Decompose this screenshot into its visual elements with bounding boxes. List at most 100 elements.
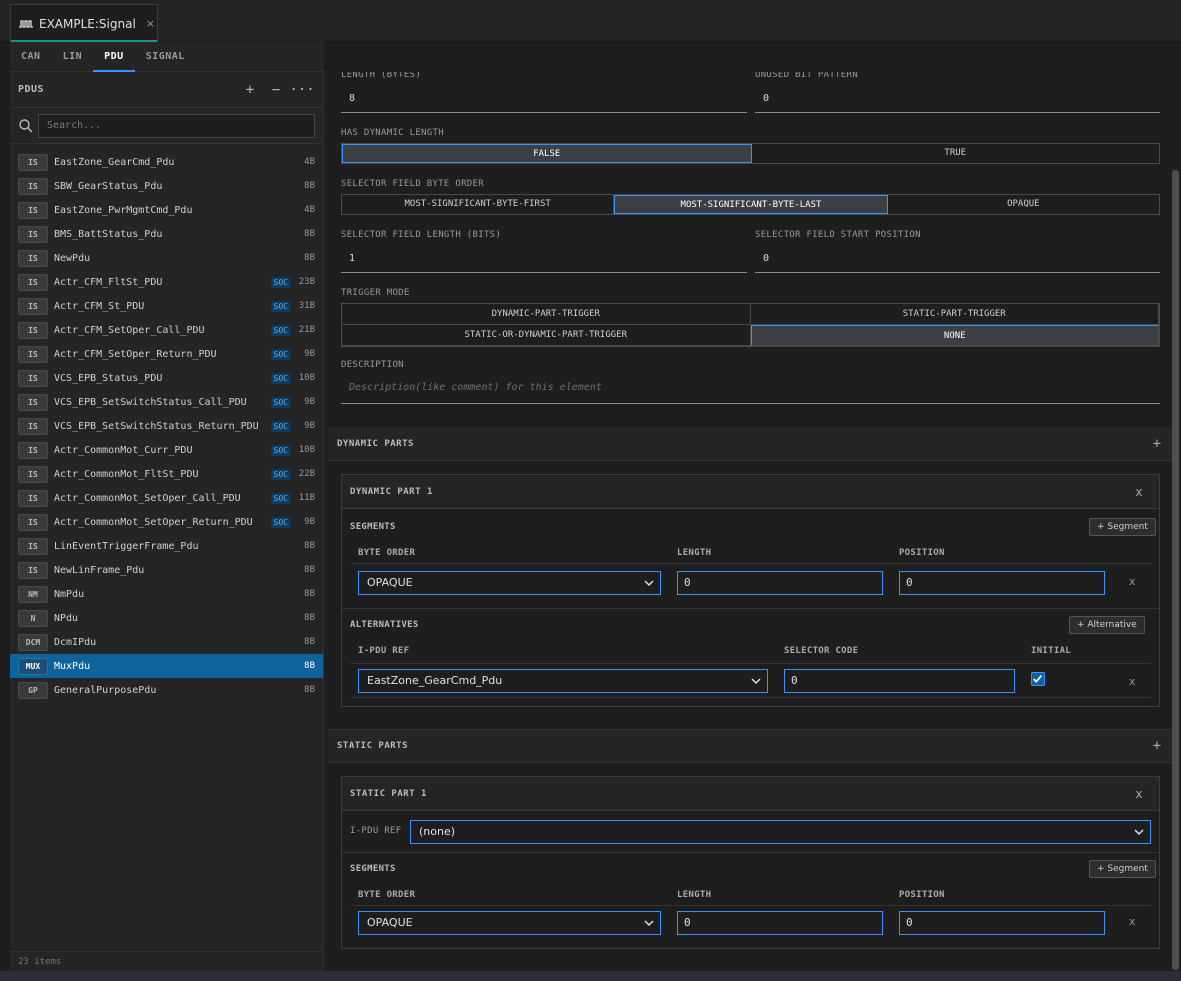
pdu-size: 8B xyxy=(304,589,315,599)
pdu-name: Actr_CommonMot_Curr_PDU xyxy=(54,444,193,456)
pdu-type-badge: IS xyxy=(18,441,48,459)
soc-badge: SOC xyxy=(270,444,291,456)
segment-length-input[interactable]: 0 xyxy=(677,571,883,595)
remove-static-segment-button[interactable]: x xyxy=(1129,915,1136,928)
pdu-list-item[interactable]: IS Actr_CommonMot_SetOper_Return_PDU SOC 9B xyxy=(10,510,323,534)
trigger-static-part[interactable]: STATIC-PART-TRIGGER xyxy=(750,304,1159,325)
pdu-list-panel: PDUS + − ··· IS EastZone_GearCmd_Pdu 4B IS S… xyxy=(10,72,324,971)
pdu-size: 4B xyxy=(304,205,315,215)
pdu-size: 8B xyxy=(304,565,315,575)
pdu-name: Actr_CFM_St_PDU xyxy=(54,300,145,312)
pdu-list-item[interactable]: IS Actr_CommonMot_SetOper_Call_PDU SOC 11B xyxy=(10,486,323,510)
byte-order-msb-last[interactable]: MOST-SIGNIFICANT-BYTE-LAST xyxy=(614,195,888,214)
pdu-list-item[interactable]: IS LinEventTriggerFrame_Pdu 8B xyxy=(10,534,323,558)
main-scrollbar[interactable] xyxy=(1172,170,1179,970)
selector-length-field[interactable]: 1 xyxy=(341,245,747,273)
unused-bit-pattern-field[interactable]: 0 xyxy=(755,85,1160,113)
byte-order-opaque[interactable]: OPAQUE xyxy=(888,195,1159,214)
trigger-static-or-dynamic[interactable]: STATIC-OR-DYNAMIC-PART-TRIGGER xyxy=(342,325,751,346)
tab-pdu[interactable]: PDU xyxy=(93,42,135,72)
pdu-list-item[interactable]: IS Actr_CFM_SetOper_Call_PDU SOC 21B xyxy=(10,318,323,342)
pdu-list-item[interactable]: IS BMS_BattStatus_Pdu 8B xyxy=(10,222,323,246)
dynamic-length-label: HAS DYNAMIC LENGTH xyxy=(341,128,444,138)
pdu-list-item[interactable]: IS VCS_EPB_SetSwitchStatus_Call_PDU SOC 9B xyxy=(10,390,323,414)
static-part-header: STATIC PART 1 x xyxy=(342,777,1159,811)
add-pdu-button[interactable]: + xyxy=(237,82,263,98)
pdu-list-item[interactable]: IS Actr_CFM_SetOper_Return_PDU SOC 9B xyxy=(10,342,323,366)
static-segment-byte-order-select[interactable]: OPAQUE xyxy=(358,911,661,935)
segment-byte-order-select[interactable]: OPAQUE xyxy=(358,571,661,595)
add-static-part-button[interactable]: + xyxy=(1142,738,1172,754)
search-input[interactable] xyxy=(38,113,315,138)
remove-alternative-button[interactable]: x xyxy=(1129,675,1136,688)
pdu-name: EastZone_GearCmd_Pdu xyxy=(54,156,175,168)
pdu-list-item[interactable]: IS EastZone_PwrMgmtCmd_Pdu 4B xyxy=(10,198,323,222)
static-segment-position-input[interactable]: 0 xyxy=(899,911,1105,935)
soc-badge: SOC xyxy=(270,420,291,432)
tab-lin[interactable]: LIN xyxy=(52,42,94,72)
pdu-size: 9B xyxy=(304,349,315,359)
selector-start-label: SELECTOR FIELD START POSITION xyxy=(755,230,921,240)
add-alternative-button[interactable]: + Alternative xyxy=(1069,616,1145,634)
document-tab[interactable]: EXAMPLE:Signal × xyxy=(10,4,158,43)
remove-segment-button[interactable]: x xyxy=(1129,575,1136,588)
pdu-list-item[interactable]: MUX MuxPdu 8B xyxy=(10,654,323,678)
remove-dynamic-part-button[interactable]: x xyxy=(1119,485,1159,499)
divider xyxy=(342,852,1159,853)
initial-checkbox[interactable] xyxy=(1031,672,1045,686)
pdu-list-item[interactable]: N NPdu 8B xyxy=(10,606,323,630)
pdu-list-item[interactable]: IS Actr_CFM_St_PDU SOC 31B xyxy=(10,294,323,318)
static-ipdu-select[interactable]: (none) xyxy=(410,820,1151,844)
byte-order-label: SELECTOR FIELD BYTE ORDER xyxy=(341,179,484,189)
length-field[interactable]: 8 xyxy=(341,85,747,113)
pdu-list-item[interactable]: IS SBW_GearStatus_Pdu 8B xyxy=(10,174,323,198)
remove-pdu-button[interactable]: − xyxy=(263,82,289,98)
dynamic-length-true[interactable]: TRUE xyxy=(752,144,1160,163)
alternative-ipdu-select[interactable]: EastZone_GearCmd_Pdu xyxy=(358,669,768,693)
description-field[interactable]: Description(like comment) for this eleme… xyxy=(341,374,1160,404)
byte-order-msb-first[interactable]: MOST-SIGNIFICANT-BYTE-FIRST xyxy=(342,195,615,214)
soc-badge: SOC xyxy=(270,396,291,408)
pdu-list-item[interactable]: GP GeneralPurposePdu 8B xyxy=(10,678,323,702)
selector-code-input[interactable]: 0 xyxy=(784,669,1015,693)
pdu-size: 10B xyxy=(298,445,315,455)
pdu-size: 23B xyxy=(298,277,315,287)
col-byte-order: BYTE ORDER xyxy=(358,548,416,558)
trigger-dynamic-part[interactable]: DYNAMIC-PART-TRIGGER xyxy=(342,304,751,325)
dynamic-part-header: DYNAMIC PART 1 x xyxy=(342,475,1159,509)
pdu-list-item[interactable]: IS Actr_CommonMot_Curr_PDU SOC 10B xyxy=(10,438,323,462)
static-segment-length-input[interactable]: 0 xyxy=(677,911,883,935)
dynamic-length-toggle: FALSE TRUE xyxy=(341,143,1160,164)
pdu-size: 4B xyxy=(304,157,315,167)
pdu-list-item[interactable]: IS EastZone_GearCmd_Pdu 4B xyxy=(10,150,323,174)
add-segment-button[interactable]: + Segment xyxy=(1089,518,1156,536)
pdu-name: Actr_CommonMot_FltSt_PDU xyxy=(54,468,199,480)
pdu-list-item[interactable]: IS NewPdu 8B xyxy=(10,246,323,270)
pdu-list-item[interactable]: IS NewLinFrame_Pdu 8B xyxy=(10,558,323,582)
close-tab-icon[interactable]: × xyxy=(146,17,155,30)
pdu-type-badge: IS xyxy=(18,345,48,363)
selector-start-field[interactable]: 0 xyxy=(755,245,1160,273)
description-label: DESCRIPTION xyxy=(341,360,404,370)
tab-signal[interactable]: SIGNAL xyxy=(135,42,196,72)
pdu-list-item[interactable]: IS Actr_CommonMot_FltSt_PDU SOC 22B xyxy=(10,462,323,486)
tab-can[interactable]: CAN xyxy=(10,42,52,72)
pdu-list-item[interactable]: IS VCS_EPB_SetSwitchStatus_Return_PDU SOC 9… xyxy=(10,414,323,438)
add-static-segment-button[interactable]: + Segment xyxy=(1089,860,1156,878)
pdu-list-item[interactable]: IS VCS_EPB_Status_PDU SOC 10B xyxy=(10,366,323,390)
more-options-button[interactable]: ··· xyxy=(289,82,315,98)
pdu-list-item[interactable]: IS Actr_CFM_FltSt_PDU SOC 23B xyxy=(10,270,323,294)
dynamic-length-false[interactable]: FALSE xyxy=(342,144,752,163)
pdu-name: NmPdu xyxy=(54,588,85,600)
pdu-name: GeneralPurposePdu xyxy=(54,684,157,696)
pdu-list-item[interactable]: DCM DcmIPdu 8B xyxy=(10,630,323,654)
segment-byte-order-value: OPAQUE xyxy=(367,576,413,589)
trigger-none[interactable]: NONE xyxy=(750,325,1159,346)
add-dynamic-part-button[interactable]: + xyxy=(1142,436,1172,452)
col-selector-code: SELECTOR CODE xyxy=(784,646,859,656)
remove-static-part-button[interactable]: x xyxy=(1119,787,1159,801)
segment-position-input[interactable]: 0 xyxy=(899,571,1105,595)
dynamic-part-card: DYNAMIC PART 1 x SEGMENTS + Segment BYTE… xyxy=(341,474,1160,707)
pdu-list-item[interactable]: NM NmPdu 8B xyxy=(10,582,323,606)
trigger-mode-label: TRIGGER MODE xyxy=(341,288,410,298)
